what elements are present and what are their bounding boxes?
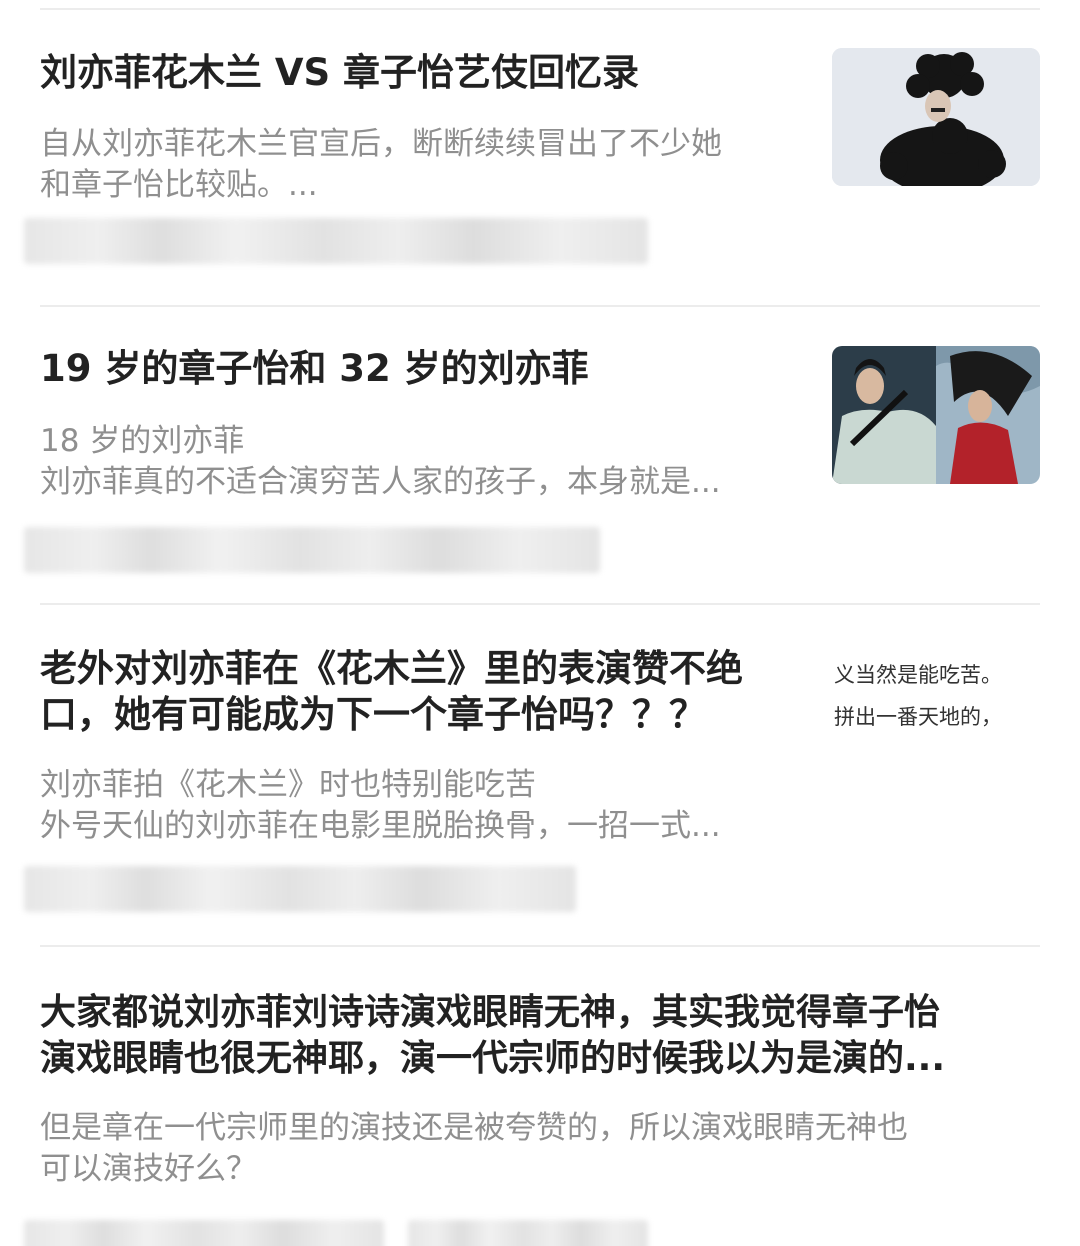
summary-line: 可以演技好么？: [40, 1151, 257, 1187]
blurred-meta-info: [408, 1220, 648, 1246]
photo-black-feather-costume-image: [832, 48, 1040, 186]
thumbnail-text-line: 义当然是能吃苦。: [834, 663, 1002, 687]
title-line: 演戏眼睛也很无神耶，演一代宗师的时候我以为是演的...: [40, 1038, 946, 1079]
title-line: 老外对刘亦菲在《花木兰》里的表演赞不绝: [40, 647, 743, 690]
summary-line: 刘亦菲真的不适合演穷苦人家的孩子，本身就是...: [40, 464, 721, 500]
summary-line: 自从刘亦菲花木兰官宣后，断断续续冒出了不少她: [40, 126, 722, 162]
divider: [40, 8, 1040, 10]
article-feed: 刘亦菲花木兰 VS 章子怡艺伎回忆录 自从刘亦菲花木兰官宣后，断断续续冒出了不少…: [0, 0, 1080, 1246]
blurred-meta-info: [24, 866, 576, 912]
title-line: 大家都说刘亦菲刘诗诗演戏眼睛无神，其实我觉得章子怡: [40, 992, 941, 1033]
thumbnail-text-line: 拼出一番天地的，: [834, 705, 1002, 729]
title-line: 口，她有可能成为下一个章子怡吗？？？: [40, 693, 706, 736]
article-thumbnail[interactable]: [832, 48, 1040, 186]
summary-line: 和章子怡比较贴。...: [40, 167, 318, 203]
summary-line: 但是章在一代宗师里的演技还是被夸赞的，所以演戏眼睛无神也: [40, 1110, 908, 1146]
article-title[interactable]: 19 岁的章子怡和 32 岁的刘亦菲: [40, 346, 589, 392]
divider: [40, 603, 1040, 605]
summary-line: 刘亦菲拍《花木兰》时也特别能吃苦: [40, 767, 536, 803]
article-summary: 18 岁的刘亦菲 刘亦菲真的不适合演穷苦人家的孩子，本身就是...: [40, 421, 721, 503]
blurred-meta-info: [24, 218, 648, 264]
article-title[interactable]: 大家都说刘亦菲刘诗诗演戏眼睛无神，其实我觉得章子怡 演戏眼睛也很无神耶，演一代宗…: [40, 990, 945, 1082]
article-thumbnail[interactable]: [832, 346, 1040, 484]
article-summary: 但是章在一代宗师里的演技还是被夸赞的，所以演戏眼睛无神也 可以演技好么？: [40, 1108, 908, 1190]
divider: [40, 305, 1040, 307]
article-title[interactable]: 刘亦菲花木兰 VS 章子怡艺伎回忆录: [40, 50, 639, 96]
divider: [40, 945, 1040, 947]
photo-two-actresses-image: [832, 346, 1040, 484]
blurred-meta-info: [24, 527, 600, 573]
summary-line: 18 岁的刘亦菲: [40, 423, 245, 459]
summary-line: 外号天仙的刘亦菲在电影里脱胎换骨，一招一式...: [40, 808, 721, 844]
article-title[interactable]: 老外对刘亦菲在《花木兰》里的表演赞不绝 口，她有可能成为下一个章子怡吗？？？: [40, 646, 743, 738]
blurred-meta-info: [24, 1220, 384, 1246]
article-summary: 自从刘亦菲花木兰官宣后，断断续续冒出了不少她 和章子怡比较贴。...: [40, 124, 722, 206]
article-summary: 刘亦菲拍《花木兰》时也特别能吃苦 外号天仙的刘亦菲在电影里脱胎换骨，一招一式..…: [40, 765, 721, 847]
article-thumbnail-text[interactable]: 义当然是能吃苦。 拼出一番天地的，: [834, 654, 1040, 738]
